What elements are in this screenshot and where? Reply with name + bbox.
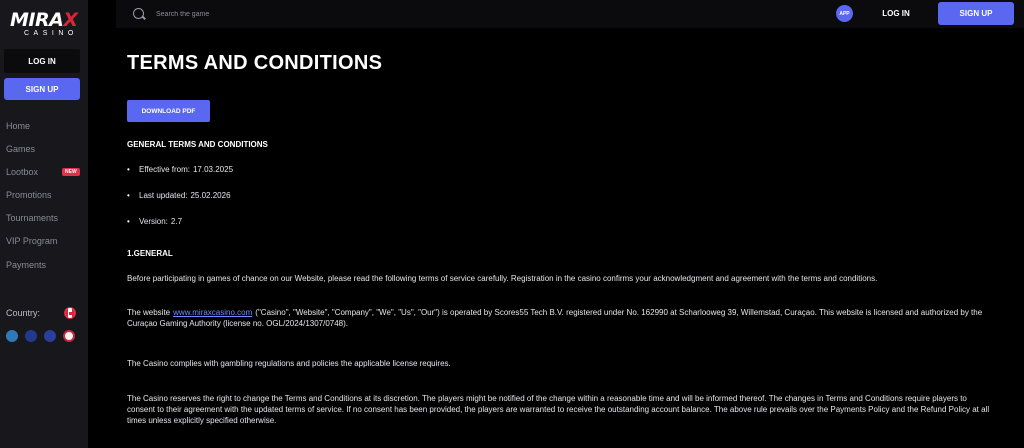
logo-subtitle: CASINO [24, 30, 78, 37]
sidebar-item-games[interactable]: Games [6, 144, 35, 154]
sidebar-item-payments[interactable]: Payments [6, 260, 46, 270]
paragraph-changes: The Casino reserves the right to change … [127, 394, 990, 425]
search-input[interactable] [156, 8, 356, 20]
paragraph-compliance: The Casino complies with gambling regula… [127, 359, 451, 368]
meta-version: • Version: 2.7 [127, 217, 183, 226]
general-terms-heading: GENERAL TERMS AND CONDITIONS [127, 140, 268, 149]
sidebar-item-home[interactable]: Home [6, 121, 30, 131]
meta-effective: • Effective from: 17.03.2025 [127, 165, 234, 174]
website-link[interactable]: www.miraxcasino.com [173, 308, 252, 317]
new-badge: NEW [62, 168, 80, 176]
download-pdf-button[interactable]: DOWNLOAD PDF [127, 100, 210, 122]
app-button[interactable]: APP [836, 5, 853, 22]
paragraph-operator: The website www.miraxcasino.com ("Casino",… [127, 308, 983, 328]
section-general-heading: 1.GENERAL [127, 249, 173, 258]
main-content [116, 28, 1024, 448]
country-label: Country: [6, 308, 41, 318]
sidebar-signup-button[interactable]: SIGN UP [4, 78, 80, 100]
language-flag-icon[interactable] [6, 330, 18, 342]
page-title: TERMS AND CONDITIONS [127, 52, 383, 74]
header-signup-button[interactable]: SIGN UP [938, 2, 1014, 25]
language-flag-icon[interactable] [63, 330, 75, 342]
sidebar-login-button[interactable]: LOG IN [4, 49, 80, 73]
paragraph-intro: Before participating in games of chance … [127, 274, 878, 283]
sidebar-item-promotions[interactable]: Promotions [6, 190, 52, 200]
casino-logo[interactable]: MIRAX CASINO [10, 9, 78, 40]
sidebar: MIRAX CASINO LOG IN SIGN UP Home Games L… [0, 0, 88, 448]
sidebar-item-tournaments[interactable]: Tournaments [6, 213, 58, 223]
language-flag-icon[interactable] [25, 330, 37, 342]
canada-flag-icon[interactable] [64, 307, 76, 319]
meta-updated: • Last updated: 25.02.2026 [127, 191, 231, 200]
sidebar-item-lootbox[interactable]: Lootbox [6, 167, 38, 177]
search-icon[interactable] [133, 8, 144, 19]
logo-wordmark: MIRAX [10, 9, 78, 31]
language-flag-icon[interactable] [44, 330, 56, 342]
sidebar-item-vip-program[interactable]: VIP Program [6, 236, 57, 246]
header-login-button[interactable]: LOG IN [868, 3, 924, 24]
